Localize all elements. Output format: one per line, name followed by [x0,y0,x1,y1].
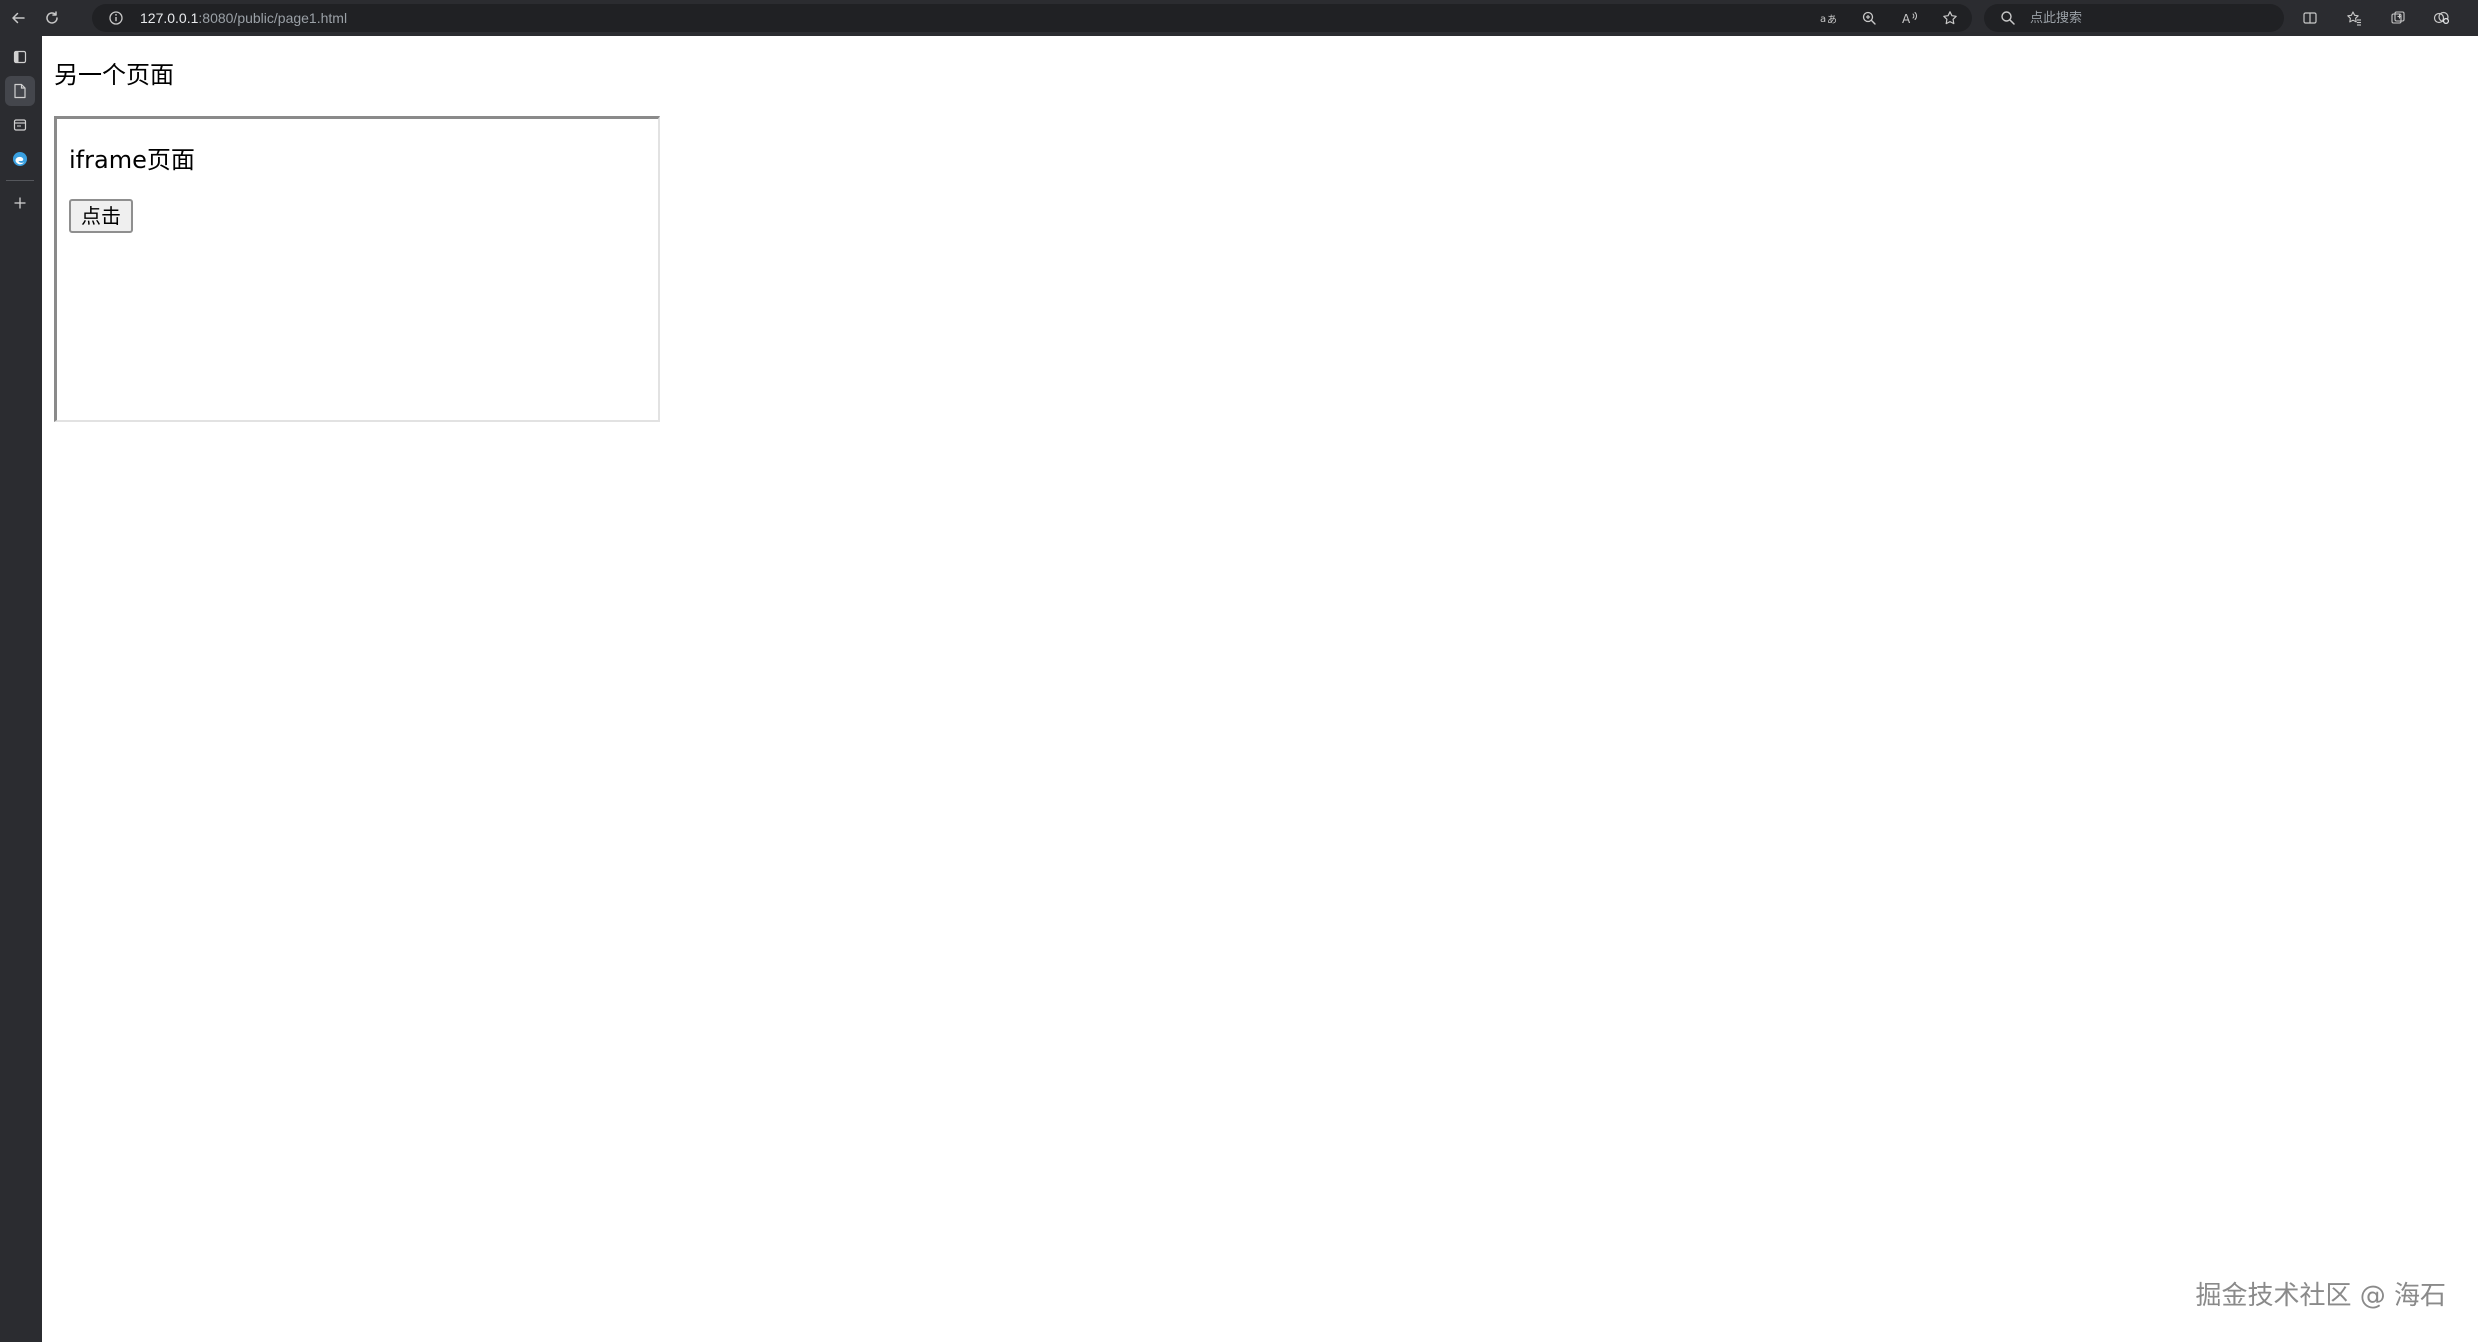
svg-text:あ: あ [1827,14,1837,26]
page-title: 另一个页面 [54,61,174,89]
browser-toolbar: 127.0.0.1:8080/public/page1.html aあ A [0,0,2478,36]
tab-actions-icon[interactable] [5,42,35,72]
add-icon[interactable] [5,188,35,218]
sidebar-divider [6,180,34,181]
reload-icon[interactable] [40,6,64,30]
translate-icon[interactable]: aあ [1819,8,1839,28]
zoom-icon[interactable] [1859,8,1879,28]
extensions-icon[interactable] [2430,6,2454,30]
favorites-icon[interactable] [2342,6,2366,30]
watermark: 掘金技术社区 @ 海石 [2195,1281,2446,1311]
star-icon[interactable] [1940,8,1960,28]
embedded-iframe[interactable]: iframe页面 点击 [54,116,660,422]
search-input[interactable] [2030,8,2270,28]
address-bar[interactable]: 127.0.0.1:8080/public/page1.html aあ A [92,4,1972,32]
page-icon[interactable] [5,76,35,106]
svg-text:a: a [1820,14,1826,25]
iframe-title: iframe页面 [69,146,195,174]
svg-text:A: A [1902,12,1911,26]
collections-icon[interactable] [2386,6,2410,30]
url-host: 127.0.0.1 [140,10,199,26]
browser-sidebar [0,36,42,1342]
search-box[interactable] [1984,4,2284,32]
url-path: :8080/public/page1.html [198,10,348,26]
page-content: 另一个页面 iframe页面 点击 掘金技术社区 @ 海石 [42,36,2478,1342]
tab-icon[interactable] [5,110,35,140]
url-text[interactable]: 127.0.0.1:8080/public/page1.html [140,9,347,27]
edge-logo-icon[interactable] [5,144,35,174]
split-screen-icon[interactable] [2298,6,2322,30]
search-icon [1998,8,2018,28]
click-button[interactable]: 点击 [69,199,133,233]
read-aloud-icon[interactable]: A [1900,8,1920,28]
info-icon[interactable] [106,8,126,28]
back-arrow-icon[interactable] [6,6,30,30]
